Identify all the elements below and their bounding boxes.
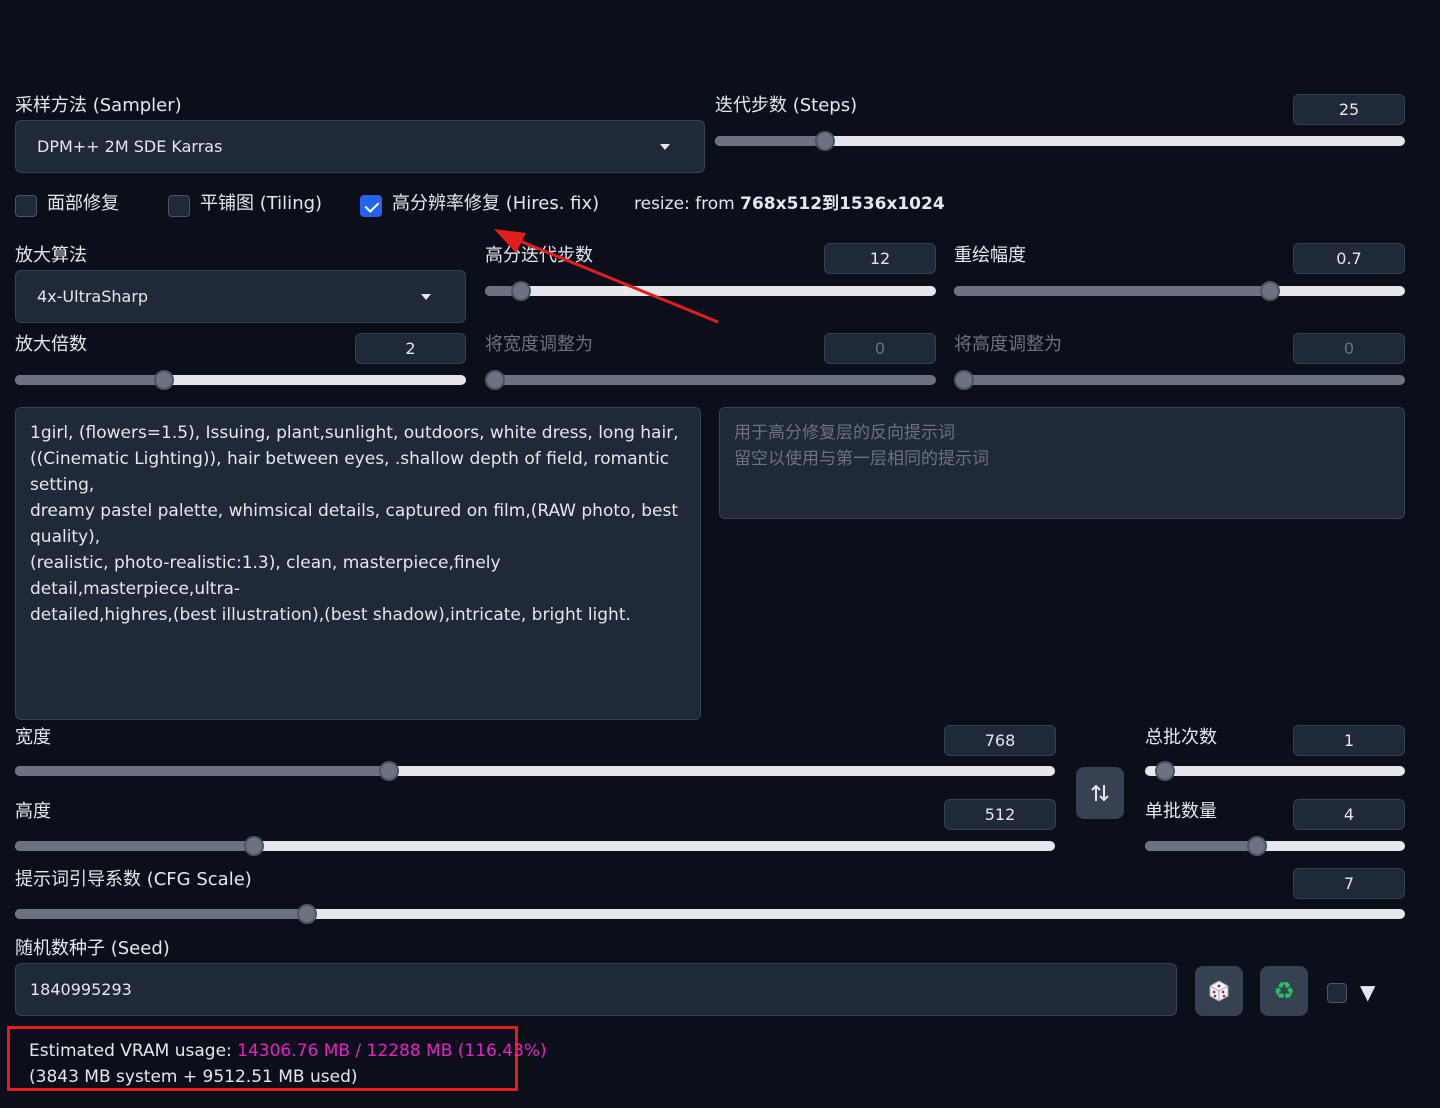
steps-slider-thumb[interactable] [815,131,836,151]
batch-count-input[interactable]: 1 [1293,725,1405,756]
prompt-textarea[interactable]: 1girl, (flowers=1.5), Issuing, plant,sun… [15,407,701,720]
sampler-dropdown[interactable]: DPM++ 2M SDE Karras [15,120,705,173]
width-input[interactable]: 768 [944,725,1056,756]
swap-dimensions-icon [1091,784,1109,802]
vram-estimate-box: Estimated VRAM usage: 14306.76 MB / 1228… [7,1026,547,1091]
height-input[interactable]: 512 [944,799,1056,830]
resize-width-slider-thumb[interactable] [485,370,505,390]
width-slider-thumb[interactable] [379,761,400,781]
resize-height-label: 将高度调整为 [954,334,1062,355]
denoise-slider[interactable] [954,286,1405,296]
seed-input[interactable]: 1840995293 [15,963,1177,1016]
chevron-down-icon [421,293,431,300]
denoise-slider-thumb[interactable] [1259,281,1280,301]
batch-count-slider[interactable] [1145,766,1405,776]
sampler-label: 采样方法 (Sampler) [15,95,182,116]
height-label: 高度 [15,801,51,822]
upscaler-label: 放大算法 [15,245,87,266]
steps-input[interactable]: 25 [1293,94,1405,125]
cfg-slider-thumb[interactable] [296,904,317,924]
sampler-value: DPM++ 2M SDE Karras [37,137,223,156]
hires-fix-label: 高分辨率修复 (Hires. fix) [392,193,600,214]
restore-faces-checkbox[interactable] [15,195,37,217]
denoise-input[interactable]: 0.7 [1293,243,1405,274]
cfg-slider[interactable] [15,909,1405,919]
annotation-arrow-icon [494,229,719,324]
steps-label: 迭代步数 (Steps) [715,95,858,116]
tiling-label: 平铺图 (Tiling) [200,193,323,214]
upscale-by-input[interactable]: 2 [355,333,466,364]
random-seed-button[interactable] [1195,966,1243,1016]
reuse-seed-button[interactable]: ♻ [1260,966,1308,1016]
cfg-label: 提示词引导系数 (CFG Scale) [15,869,252,890]
batch-size-input[interactable]: 4 [1293,799,1405,830]
resize-height-slider-thumb[interactable] [954,370,974,390]
resize-height-input[interactable]: 0 [1293,333,1405,364]
upscaler-value: 4x-UltraSharp [37,287,149,306]
upscaler-dropdown[interactable]: 4x-UltraSharp [15,270,466,323]
vram-usage-value: 14306.76 MB / 12288 MB (116.43%) [237,1041,547,1061]
hires-negative-prompt-textarea[interactable]: 用于高分修复层的反向提示词 留空以使用与第一层相同的提示词 [719,407,1405,519]
swap-dimensions-button[interactable] [1076,767,1124,819]
batch-size-label: 单批数量 [1145,801,1217,822]
denoise-label: 重绘幅度 [954,245,1026,266]
hires-fix-checkbox[interactable] [360,195,382,217]
hires-steps-input[interactable]: 12 [824,243,936,274]
extra-seed-checkbox[interactable] [1327,983,1347,1003]
cfg-input[interactable]: 7 [1293,868,1405,899]
height-slider[interactable] [15,841,1055,851]
width-slider[interactable] [15,766,1055,776]
vram-usage-line: Estimated VRAM usage: 14306.76 MB / 1228… [29,1041,547,1061]
dice-icon [1209,980,1229,1002]
batch-size-slider[interactable] [1145,841,1405,851]
upscale-by-slider[interactable] [15,375,466,385]
resize-height-slider[interactable] [954,375,1405,385]
seed-label: 随机数种子 (Seed) [15,938,170,959]
resize-width-slider[interactable] [485,375,936,385]
chevron-down-icon [660,143,670,150]
resize-width-input[interactable]: 0 [824,333,936,364]
upscale-by-label: 放大倍数 [15,334,87,355]
vram-usage-detail: (3843 MB system + 9512.51 MB used) [29,1067,358,1087]
resize-info: resize: from 768x512到1536x1024 [634,194,945,214]
batch-count-slider-thumb[interactable] [1155,761,1175,781]
resize-width-label: 将宽度调整为 [485,334,593,355]
recycle-icon: ♻ [1273,977,1295,1005]
extra-seed-toggle[interactable]: ▼ [1360,980,1375,1004]
restore-faces-label: 面部修复 [47,193,119,214]
upscale-by-slider-thumb[interactable] [153,370,174,390]
batch-count-label: 总批次数 [1145,727,1217,748]
width-label: 宽度 [15,727,51,748]
height-slider-thumb[interactable] [244,836,265,856]
tiling-checkbox[interactable] [168,195,190,217]
batch-size-slider-thumb[interactable] [1246,836,1267,856]
